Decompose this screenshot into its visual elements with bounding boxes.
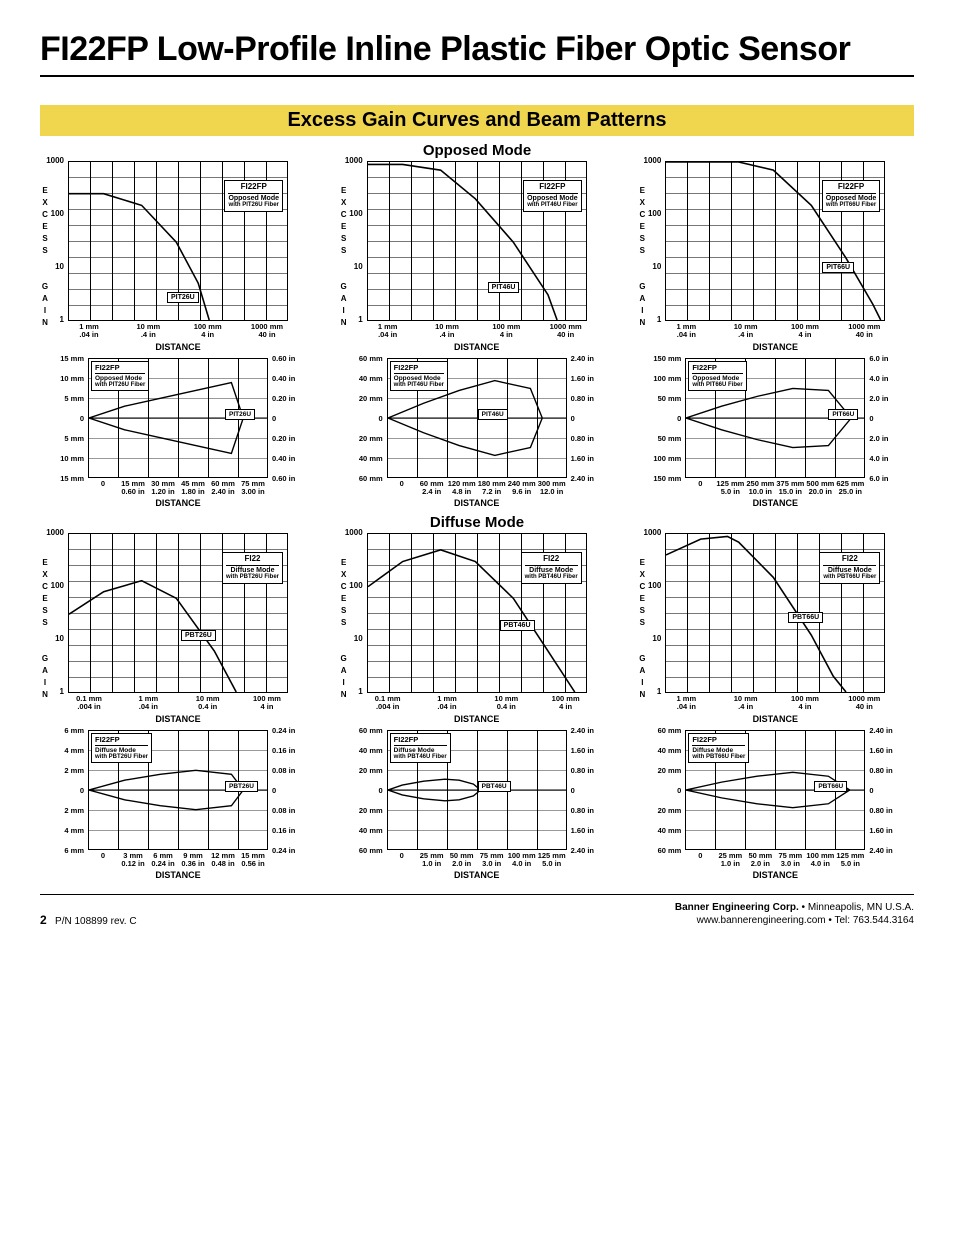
beam-xticks: 015 mm0.60 in30 mm1.20 in45 mm1.80 in60 … (88, 480, 268, 497)
gain-xticks: 0.1 mm.004 in1 mm.04 in10 mm0.4 in100 mm… (68, 695, 288, 712)
beam-xlabel: DISTANCE (685, 498, 865, 508)
gain-xlabel: DISTANCE (367, 714, 587, 724)
gain-plot-area: FI22FPOpposed Modewith PIT66U Fiber PIT66… (665, 161, 885, 321)
beam-pattern-chart: 60 mm40 mm20 mm020 mm40 mm60 mm2.40 in1.… (637, 730, 914, 881)
gain-plot-area: FI22Diffuse Modewith PBT46U Fiber PBT46U (367, 533, 587, 693)
footer-left: 2 P/N 108899 rev. C (40, 913, 137, 927)
excess-gain-chart: EXCESSGAIN1000100101FI22FPOpposed Modewi… (637, 161, 914, 352)
beam-xlabel: DISTANCE (88, 498, 268, 508)
gain-ylabel: EXCESSGAIN (633, 161, 651, 352)
gain-legend: FI22FPOpposed Modewith PIT46U Fiber (523, 180, 582, 212)
gain-plot-area: FI22Diffuse Modewith PBT26U Fiber PBT26U (68, 533, 288, 693)
gain-ylabel: EXCESSGAIN (335, 161, 353, 352)
gain-ylabel: EXCESSGAIN (36, 161, 54, 352)
excess-gain-chart: EXCESSGAIN1000100101FI22Diffuse Modewith… (637, 533, 914, 724)
gain-ylabel: EXCESSGAIN (36, 533, 54, 724)
beam-xticks: 025 mm1.0 in50 mm2.0 in75 mm3.0 in100 mm… (387, 852, 567, 869)
gain-ylabel: EXCESSGAIN (633, 533, 651, 724)
gain-xlabel: DISTANCE (68, 342, 288, 352)
footer-corp: Banner Engineering Corp. (675, 902, 799, 913)
beam-pattern-chart: 60 mm40 mm20 mm020 mm40 mm60 mm2.40 in1.… (339, 358, 616, 509)
beam-plot-area: FI22FPOpposed Modewith PIT66U Fiber PIT66… (685, 358, 865, 478)
gain-xlabel: DISTANCE (367, 342, 587, 352)
beam-plot-area: FI22FPDiffuse Modewith PBT66U Fiber PBT66… (685, 730, 865, 850)
beam-legend: FI22FPOpposed Modewith PIT66U Fiber (688, 361, 746, 392)
opposed-gain-grid: EXCESSGAIN1000100101FI22FPOpposed Modewi… (40, 161, 914, 352)
footer-loc: • Minneapolis, MN U.S.A. (799, 902, 914, 913)
page-title: FI22FP Low-Profile Inline Plastic Fiber … (40, 30, 914, 69)
fiber-tag: PBT66U (814, 781, 847, 792)
gain-legend: FI22FPOpposed Modewith PIT26U Fiber (224, 180, 283, 212)
beam-legend: FI22FPOpposed Modewith PIT46U Fiber (390, 361, 448, 392)
beam-legend: FI22FPOpposed Modewith PIT26U Fiber (91, 361, 149, 392)
beam-xticks: 025 mm1.0 in50 mm2.0 in75 mm3.0 in100 mm… (685, 852, 865, 869)
page-number: 2 (40, 913, 47, 927)
beam-xticks: 060 mm2.4 in120 mm4.8 in180 mm7.2 in240 … (387, 480, 567, 497)
gain-xticks: 1 mm.04 in10 mm.4 in100 mm4 in1000 mm40 … (367, 323, 587, 340)
gain-legend: FI22FPOpposed Modewith PIT66U Fiber (822, 180, 881, 212)
mode-diffuse-title: Diffuse Mode (40, 514, 914, 531)
gain-ylabel: EXCESSGAIN (335, 533, 353, 724)
beam-xlabel: DISTANCE (88, 870, 268, 880)
beam-pattern-chart: 6 mm4 mm2 mm02 mm4 mm6 mm0.24 in0.16 in0… (40, 730, 317, 881)
gain-legend: FI22Diffuse Modewith PBT66U Fiber (819, 552, 880, 584)
footer-right: Banner Engineering Corp. • Minneapolis, … (675, 901, 914, 927)
beam-plot-area: FI22FPOpposed Modewith PIT46U Fiber PIT46… (387, 358, 567, 478)
fiber-tag: PIT46U (478, 409, 508, 420)
page-footer: 2 P/N 108899 rev. C Banner Engineering C… (40, 894, 914, 927)
beam-xlabel: DISTANCE (387, 870, 567, 880)
gain-xticks: 1 mm.04 in10 mm.4 in100 mm4 in1000 mm40 … (68, 323, 288, 340)
fiber-tag: PIT26U (225, 409, 255, 420)
gain-xticks: 0.1 mm.004 in1 mm.04 in10 mm0.4 in100 mm… (367, 695, 587, 712)
beam-legend: FI22FPDiffuse Modewith PBT66U Fiber (688, 733, 749, 764)
excess-gain-chart: EXCESSGAIN1000100101FI22Diffuse Modewith… (339, 533, 616, 724)
gain-xticks: 1 mm.04 in10 mm.4 in100 mm4 in1000 mm40 … (665, 323, 885, 340)
diffuse-gain-grid: EXCESSGAIN1000100101FI22Diffuse Modewith… (40, 533, 914, 724)
title-rule (40, 75, 914, 77)
excess-gain-chart: EXCESSGAIN1000100101FI22FPOpposed Modewi… (339, 161, 616, 352)
excess-gain-chart: EXCESSGAIN1000100101FI22Diffuse Modewith… (40, 533, 317, 724)
beam-legend: FI22FPDiffuse Modewith PBT26U Fiber (91, 733, 152, 764)
fiber-tag: PBT26U (225, 781, 258, 792)
fiber-tag: PIT46U (488, 282, 520, 293)
section-banner: Excess Gain Curves and Beam Patterns (40, 105, 914, 136)
beam-plot-area: FI22FPOpposed Modewith PIT26U Fiber PIT26… (88, 358, 268, 478)
beam-xticks: 03 mm0.12 in6 mm0.24 in9 mm0.36 in12 mm0… (88, 852, 268, 869)
gain-plot-area: FI22FPOpposed Modewith PIT26U Fiber PIT26… (68, 161, 288, 321)
beam-plot-area: FI22FPDiffuse Modewith PBT46U Fiber PBT46… (387, 730, 567, 850)
beam-pattern-chart: 60 mm40 mm20 mm020 mm40 mm60 mm2.40 in1.… (339, 730, 616, 881)
fiber-tag: PIT66U (828, 409, 858, 420)
gain-xlabel: DISTANCE (68, 714, 288, 724)
gain-legend: FI22Diffuse Modewith PBT26U Fiber (222, 552, 283, 584)
beam-pattern-chart: 15 mm10 mm5 mm05 mm10 mm15 mm0.60 in0.40… (40, 358, 317, 509)
gain-plot-area: FI22FPOpposed Modewith PIT46U Fiber PIT46… (367, 161, 587, 321)
gain-xlabel: DISTANCE (665, 714, 885, 724)
gain-legend: FI22Diffuse Modewith PBT46U Fiber (521, 552, 582, 584)
beam-pattern-chart: 150 mm100 mm50 mm050 mm100 mm150 mm6.0 i… (637, 358, 914, 509)
fiber-tag: PBT66U (788, 612, 823, 623)
footer-contact: www.bannerengineering.com • Tel: 763.544… (675, 914, 914, 927)
fiber-tag: PBT46U (500, 620, 535, 631)
opposed-beam-grid: 15 mm10 mm5 mm05 mm10 mm15 mm0.60 in0.40… (40, 358, 914, 509)
beam-xlabel: DISTANCE (387, 498, 567, 508)
diffuse-beam-grid: 6 mm4 mm2 mm02 mm4 mm6 mm0.24 in0.16 in0… (40, 730, 914, 881)
beam-legend: FI22FPDiffuse Modewith PBT46U Fiber (390, 733, 451, 764)
beam-xlabel: DISTANCE (685, 870, 865, 880)
part-number: P/N 108899 rev. C (55, 916, 137, 927)
gain-xticks: 1 mm.04 in10 mm.4 in100 mm4 in1000 mm40 … (665, 695, 885, 712)
fiber-tag: PBT26U (181, 630, 216, 641)
beam-plot-area: FI22FPDiffuse Modewith PBT26U Fiber PBT26… (88, 730, 268, 850)
beam-xticks: 0125 mm5.0 in250 mm10.0 in375 mm15.0 in5… (685, 480, 865, 497)
gain-xlabel: DISTANCE (665, 342, 885, 352)
excess-gain-chart: EXCESSGAIN1000100101FI22FPOpposed Modewi… (40, 161, 317, 352)
fiber-tag: PIT26U (167, 292, 199, 303)
fiber-tag: PBT46U (478, 781, 511, 792)
fiber-tag: PIT66U (822, 262, 854, 273)
gain-plot-area: FI22Diffuse Modewith PBT66U Fiber PBT66U (665, 533, 885, 693)
mode-opposed-title: Opposed Mode (40, 142, 914, 159)
